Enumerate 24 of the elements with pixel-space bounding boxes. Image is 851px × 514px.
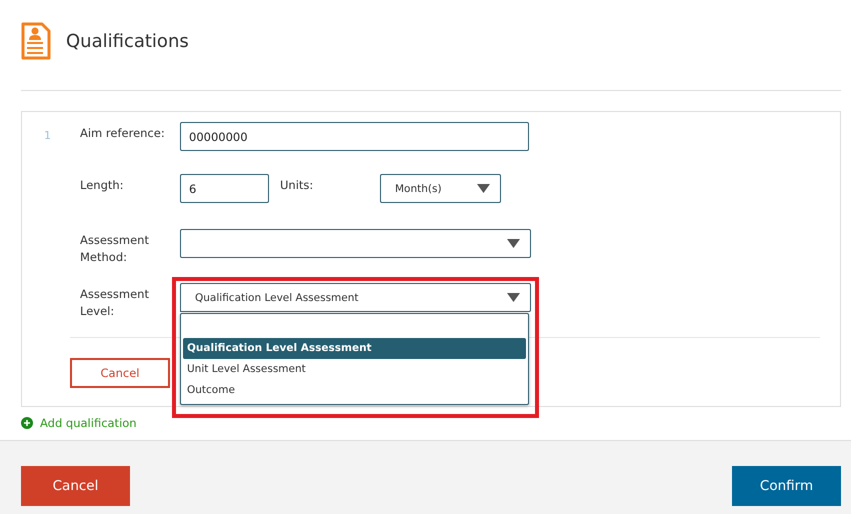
dropdown-option[interactable]: Unit Level Assessment (183, 359, 526, 380)
field-label: Aim reference: (80, 125, 166, 142)
caret-icon (507, 293, 520, 302)
page-title: Qualifications (66, 30, 189, 52)
length-field[interactable]: 6 (180, 174, 269, 203)
row-number: 1 (43, 128, 52, 144)
assessment-method-select[interactable] (180, 229, 531, 258)
units-select[interactable]: Month(s) (380, 174, 501, 203)
caret-icon (507, 239, 520, 248)
dropdown-option[interactable]: Outcome (183, 380, 526, 401)
cancel-button[interactable]: Cancel (21, 466, 130, 506)
field-label: Assessment Method: (80, 232, 150, 266)
caret-icon (477, 184, 490, 193)
assessment-level-select[interactable]: Qualification Level Assessment (180, 283, 531, 312)
document-person-icon (21, 22, 51, 60)
field-label: Units: (280, 177, 314, 194)
plus-circle-icon (21, 417, 33, 429)
aim-reference-field[interactable]: 00000000 (180, 122, 529, 151)
add-qualification-link[interactable]: Add qualification (21, 416, 137, 430)
confirm-button[interactable]: Confirm (732, 466, 841, 506)
dropdown-option[interactable]: Qualification Level Assessment (183, 338, 526, 359)
field-label: Length: (80, 177, 125, 194)
field-label: Assessment Level: (80, 286, 150, 320)
cancel-button[interactable]: Cancel (70, 358, 170, 388)
